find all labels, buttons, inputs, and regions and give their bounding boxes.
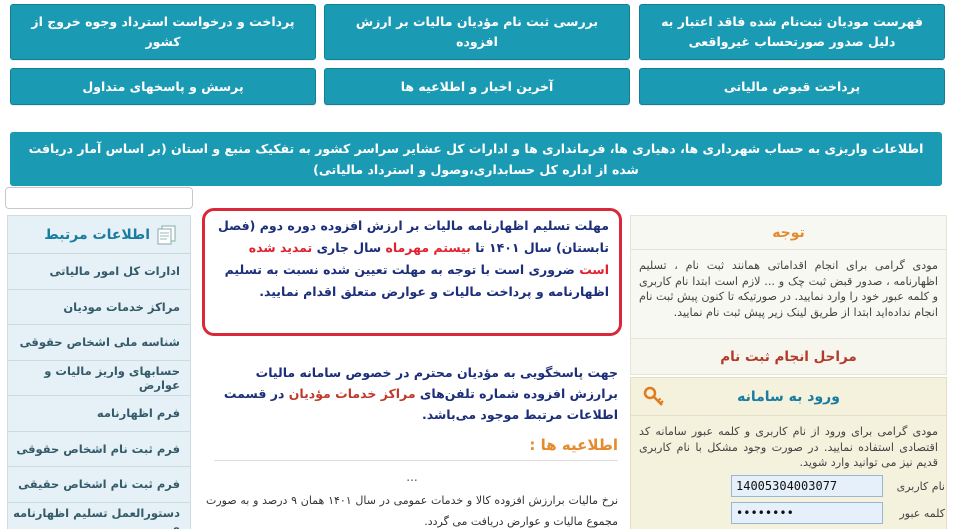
- phones-service-centers-link[interactable]: مراکز خدمات مؤدیان: [289, 386, 416, 401]
- search-input[interactable]: [5, 187, 193, 209]
- username-input[interactable]: [731, 475, 883, 497]
- tile-faq[interactable]: پرسش و پاسخهای متداول: [10, 68, 316, 105]
- announcements-marquee-dots: ...: [406, 470, 418, 484]
- related-link-service-centers[interactable]: مراکز خدمات مودیان: [8, 290, 190, 325]
- tile-pay-tax-bills[interactable]: پرداخت قبوض مالیاتی: [639, 68, 945, 105]
- tile-latest-news[interactable]: آخرین اخبار و اطلاعیه ها: [324, 68, 630, 105]
- notice-rest: ضروری است با توجه به مهلت تعیین شده نسبت…: [224, 262, 609, 299]
- related-link-declaration-form[interactable]: فرم اظهارنامه: [8, 396, 190, 432]
- attention-title: توجه: [631, 216, 946, 250]
- related-info-title: اطلاعات مرتبط: [44, 226, 150, 243]
- related-info-panel: اطلاعات مرتبط ادارات کل امور مالیاتی مرا…: [7, 215, 191, 529]
- key-icon: [643, 386, 665, 408]
- tile-exit-refund[interactable]: پرداخت و درخواست استرداد وجوه خروج از کش…: [10, 4, 316, 60]
- attention-panel: توجه مودی گرامی برای انجام اقداماتی همان…: [630, 215, 947, 339]
- registration-steps-link[interactable]: مراحل انجام ثبت نام: [630, 339, 947, 375]
- related-link-declaration-instructions[interactable]: دستورالعمل تسلیم اظهارنامه و: [8, 503, 190, 529]
- announcements-title: اطلاعیه ها :: [529, 436, 618, 454]
- login-header: ورود به سامانه: [631, 378, 946, 416]
- username-label: نام کاربری: [896, 479, 945, 493]
- related-link-natural-registration-form[interactable]: فرم ثبت نام اشخاص حقیقی: [8, 467, 190, 503]
- login-panel: ورود به سامانه مودی گرامی برای ورود از ن…: [630, 377, 947, 529]
- tile-invalid-taxpayers[interactable]: فهرست مودیان ثبت‌نام شده فاقد اعتبار به …: [639, 4, 945, 60]
- deposit-info-banner[interactable]: اطلاعات واریزی به حساب شهرداری ها، دهیار…: [10, 132, 942, 186]
- password-row: کلمه عبور: [697, 502, 945, 524]
- notice-mid: سال جاری: [312, 240, 386, 255]
- password-label: کلمه عبور: [899, 506, 945, 520]
- related-link-deposit-accounts[interactable]: حسابهای واریز مالیات و عوارض: [8, 361, 190, 396]
- related-info-header: اطلاعات مرتبط: [8, 216, 190, 254]
- username-row: نام کاربری: [697, 475, 945, 497]
- phones-info: جهت پاسخگویی به مؤدیان محترم در خصوص سام…: [206, 362, 618, 425]
- tile-vat-registration-check[interactable]: بررسی ثبت نام مؤدیان مالیات بر ارزش افزو…: [324, 4, 630, 60]
- announcement-text: نرخ مالیات برارزش افزوده کالا و خدمات عم…: [206, 494, 619, 528]
- notice-deadline: بیستم مهرماه: [385, 240, 471, 255]
- attention-body: مودی گرامی برای انجام اقداماتی همانند ثب…: [639, 259, 938, 319]
- login-title: ورود به سامانه: [737, 388, 840, 405]
- documents-icon: [156, 225, 178, 245]
- related-link-legal-registration-form[interactable]: فرم ثبت نام اشخاص حقوقی: [8, 432, 190, 467]
- login-description: مودی گرامی برای ورود از نام کاربری و کلم…: [639, 425, 938, 469]
- announcements-divider: [214, 460, 618, 461]
- deadline-notice: مهلت تسلیم اظهارنامه مالیات بر ارزش افزو…: [202, 208, 622, 336]
- password-input[interactable]: [731, 502, 883, 524]
- related-link-tax-offices[interactable]: ادارات کل امور مالیاتی: [8, 254, 190, 290]
- related-links-list: ادارات کل امور مالیاتی مراکز خدمات مودیا…: [8, 254, 190, 529]
- related-link-national-id[interactable]: شناسه ملی اشخاص حقوقی: [8, 325, 190, 361]
